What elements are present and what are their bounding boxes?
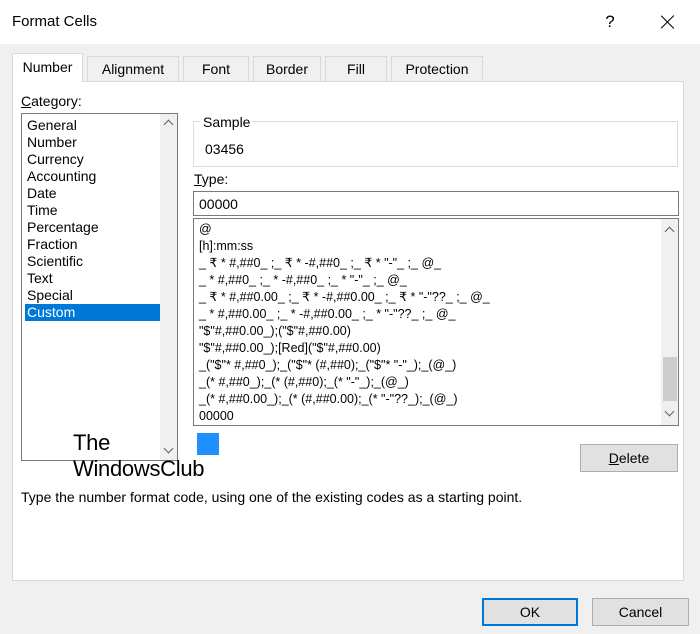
tab-fill[interactable]: Fill (325, 56, 387, 81)
watermark-line-1: The (73, 430, 111, 455)
format-item[interactable]: @ (199, 221, 212, 238)
format-code-list[interactable]: @ [h]:mm:ss _ ₹ * #,##0_ ;_ ₹ * -#,##0_ … (193, 218, 679, 426)
type-label-accesskey: T (194, 171, 202, 187)
category-item-text[interactable]: Text (25, 270, 160, 287)
dialog-title: Format Cells (12, 13, 98, 30)
type-label-text: ype: (201, 171, 229, 187)
category-item-date[interactable]: Date (25, 185, 160, 202)
title-bar: Format Cells ? (0, 0, 700, 44)
help-button[interactable]: ? (598, 9, 622, 35)
sample-group (193, 121, 678, 167)
format-item[interactable]: _ * #,##0.00_ ;_ * -#,##0.00_ ;_ * "-"??… (199, 306, 455, 323)
type-label: Type: (194, 171, 228, 187)
close-icon[interactable] (655, 9, 681, 35)
sample-legend: Sample (200, 114, 254, 130)
format-item[interactable]: 00000 (199, 408, 234, 425)
category-scrollbar[interactable] (160, 114, 177, 460)
category-label-accesskey: C (21, 93, 32, 109)
format-item[interactable]: "$"#,##0.00_);[Red]("$"#,##0.00) (199, 340, 381, 357)
format-list-scrollbar[interactable] (661, 219, 678, 425)
category-item-scientific[interactable]: Scientific (25, 253, 160, 270)
chevron-down-icon[interactable] (664, 406, 675, 417)
category-item-accounting[interactable]: Accounting (25, 168, 160, 185)
format-item[interactable]: [h]:mm:ss (199, 238, 253, 255)
scroll-thumb[interactable] (663, 357, 677, 401)
category-item-general[interactable]: General (25, 117, 160, 134)
category-item-time[interactable]: Time (25, 202, 160, 219)
category-item-currency[interactable]: Currency (25, 151, 160, 168)
tab-protection[interactable]: Protection (391, 56, 483, 81)
format-item[interactable]: _(* #,##0_);_(* (#,##0);_(* "-"_);_(@_) (199, 374, 409, 391)
format-item[interactable]: _(* #,##0.00_);_(* (#,##0.00);_(* "-"??_… (199, 391, 458, 408)
delete-accesskey: D (608, 450, 619, 466)
tab-number[interactable]: Number (12, 53, 83, 82)
format-item[interactable]: _ ₹ * #,##0_ ;_ ₹ * -#,##0_ ;_ ₹ * "-"_ … (199, 255, 441, 272)
watermark-line-2: WindowsClub (73, 456, 205, 481)
category-label: Category: (21, 93, 82, 109)
delete-label: elete (618, 450, 650, 466)
format-item[interactable]: "$"#,##0.00_);("$"#,##0.00) (199, 323, 351, 340)
chevron-up-icon[interactable] (664, 225, 675, 237)
watermark-text: The WindowsClub (73, 430, 205, 482)
category-label-text: ategory: (31, 93, 82, 109)
category-item-custom[interactable]: Custom (25, 304, 160, 321)
chevron-up-icon[interactable] (163, 118, 174, 130)
tab-alignment[interactable]: Alignment (87, 56, 179, 81)
sample-value: 03456 (205, 141, 244, 157)
category-item-percentage[interactable]: Percentage (25, 219, 160, 236)
type-input[interactable] (193, 191, 679, 216)
category-list[interactable]: General Number Currency Accounting Date … (21, 113, 178, 461)
delete-button[interactable]: Delete (580, 444, 678, 472)
format-item[interactable]: _ ₹ * #,##0.00_ ;_ ₹ * -#,##0.00_ ;_ ₹ *… (199, 289, 490, 306)
category-item-number[interactable]: Number (25, 134, 160, 151)
format-item[interactable]: _("$"* #,##0_);_("$"* (#,##0);_("$"* "-"… (199, 357, 456, 374)
ok-button[interactable]: OK (482, 598, 578, 626)
tab-font[interactable]: Font (183, 56, 249, 81)
cancel-button[interactable]: Cancel (592, 598, 689, 626)
tab-border[interactable]: Border (253, 56, 321, 81)
category-item-special[interactable]: Special (25, 287, 160, 304)
hint-text: Type the number format code, using one o… (21, 489, 523, 505)
format-item[interactable]: _ * #,##0_ ;_ * -#,##0_ ;_ * "-"_ ;_ @_ (199, 272, 407, 289)
category-item-fraction[interactable]: Fraction (25, 236, 160, 253)
